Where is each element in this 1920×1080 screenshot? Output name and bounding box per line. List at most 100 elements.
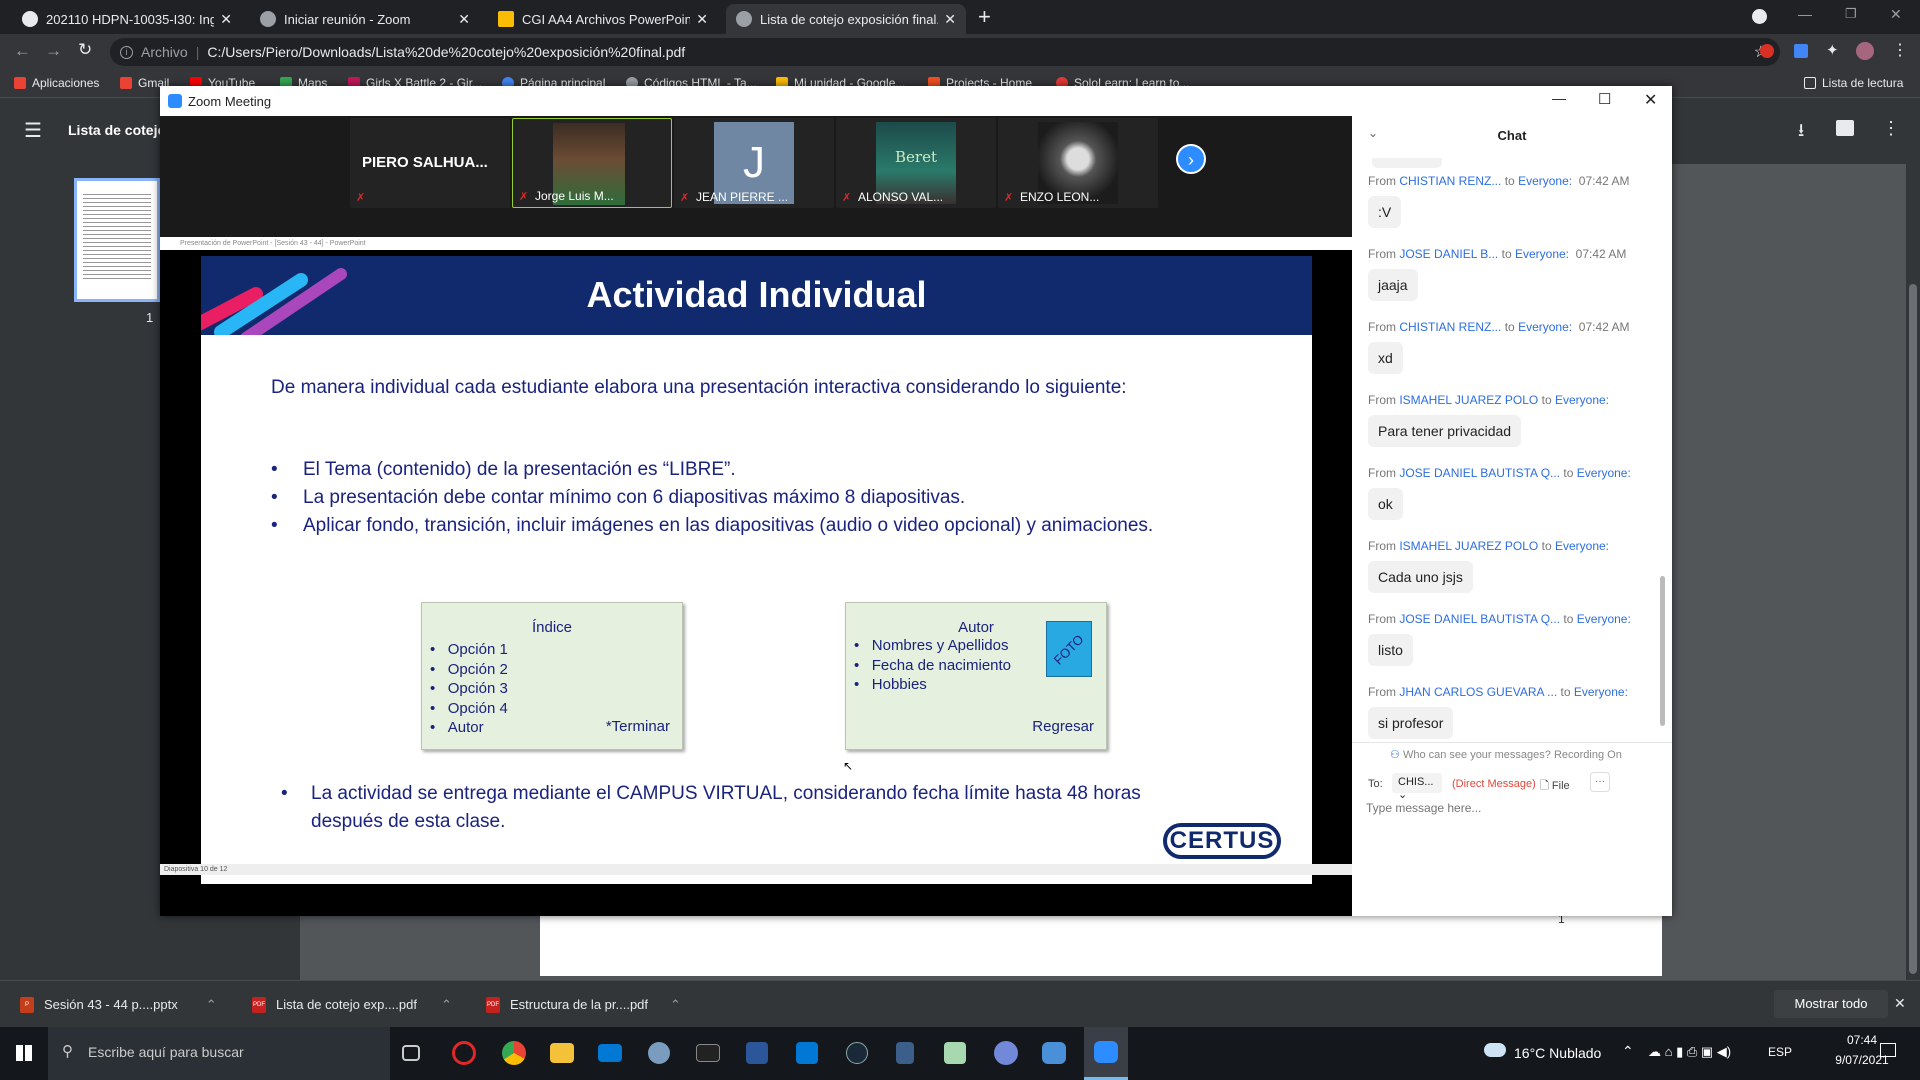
file-label: File [1551, 780, 1570, 792]
file-button[interactable]: 🗋 File [1540, 777, 1570, 796]
minimize-icon[interactable]: — [1798, 6, 1812, 22]
participant-tile[interactable]: Beret Soge ✗ ALONSO VAL... [836, 118, 996, 208]
puzzle-icon[interactable]: ✦ [1826, 41, 1839, 59]
message-text: Cada uno jsjs [1368, 561, 1473, 593]
tab-title: CGI AA4 Archivos PowerPoint - G [522, 11, 691, 27]
close-icon[interactable]: ✕ [1894, 995, 1906, 1012]
maximize-icon[interactable]: ☐ [1598, 90, 1611, 108]
weather-text[interactable]: 16°C Nublado [1514, 1045, 1601, 1061]
profile-icon[interactable] [1752, 9, 1767, 24]
vscode-icon[interactable] [796, 1042, 818, 1064]
steam-icon[interactable] [846, 1042, 868, 1064]
browser-tab[interactable]: 202110 HDPN-10035-I30: Ingres ✕ [12, 4, 242, 34]
author-item-label: Hobbies [871, 676, 927, 693]
close-tab-icon[interactable]: ✕ [944, 11, 956, 28]
menu-icon[interactable]: ☰ [24, 118, 42, 143]
discord-icon[interactable] [994, 1041, 1018, 1065]
app-icon[interactable] [648, 1042, 670, 1064]
page-thumbnail[interactable] [74, 178, 160, 302]
terminal-icon[interactable] [696, 1044, 720, 1062]
chevron-up-icon[interactable]: ⌃ [670, 997, 681, 1013]
zoom-taskbar-button[interactable] [1084, 1027, 1128, 1080]
recipient-dropdown[interactable]: CHIS... ⌄ [1392, 773, 1442, 801]
chevron-up-icon[interactable]: ⌃ [441, 997, 452, 1013]
windows-start-icon[interactable] [16, 1045, 32, 1061]
powerpoint-status-bar: Diapositiva 10 de 12 [160, 864, 1352, 875]
show-all-button[interactable]: Mostrar todo [1774, 990, 1888, 1018]
opera-icon[interactable] [452, 1041, 476, 1065]
bookmark-apps[interactable]: Aplicaciones [14, 76, 99, 90]
word-icon[interactable] [746, 1042, 768, 1064]
close-tab-icon[interactable]: ✕ [458, 11, 470, 28]
more-options-button[interactable]: ··· [1590, 772, 1610, 792]
translate-icon[interactable] [1794, 44, 1808, 58]
close-tab-icon[interactable]: ✕ [696, 11, 708, 28]
chat-scrollbar-thumb[interactable] [1660, 576, 1665, 726]
address-bar[interactable]: i Archivo | C:/Users/Piero/Downloads/Lis… [110, 38, 1780, 66]
drive-icon [498, 11, 514, 27]
minimize-icon[interactable]: — [1552, 90, 1566, 106]
close-window-icon[interactable]: ✕ [1644, 90, 1657, 110]
forward-arrow-icon[interactable]: → [45, 41, 62, 61]
file-explorer-icon[interactable] [550, 1043, 574, 1063]
reload-icon[interactable]: ↻ [78, 40, 92, 60]
participant-tile[interactable]: ✗ Jorge Luis M... [512, 118, 672, 208]
sender[interactable]: CHISTIAN RENZ... [1399, 174, 1501, 188]
chevron-up-icon[interactable]: ⌃ [206, 997, 217, 1013]
participant-tile[interactable]: J ✗ JEAN PIERRE ... [674, 118, 834, 208]
participant-tile[interactable]: PIERO SALHUA... ✗ [350, 118, 510, 208]
reading-list[interactable]: Lista de lectura [1804, 76, 1903, 90]
download-item[interactable]: PDF Estructura de la pr....pdf ⌃ [486, 981, 686, 1028]
browser-tab-bar: 202110 HDPN-10035-I30: Ingres ✕ Iniciar … [0, 0, 1920, 34]
sender[interactable]: ISMAHEL JUAREZ POLO [1399, 393, 1538, 407]
language-indicator[interactable]: ESP [1768, 1045, 1792, 1059]
scrollbar-thumb[interactable] [1909, 284, 1917, 974]
chat-message: From JOSE DANIEL BAUTISTA Q... to Everyo… [1368, 466, 1658, 520]
download-icon[interactable]: ⭳ [1798, 118, 1804, 148]
app-icon[interactable] [1042, 1042, 1066, 1064]
zoom-icon [1094, 1041, 1118, 1063]
close-tab-icon[interactable]: ✕ [220, 11, 232, 28]
participant-tile[interactable]: ✗ ENZO LEON... [998, 118, 1158, 208]
taskbar-search-box[interactable]: ⚲ Escribe aquí para buscar [48, 1027, 390, 1080]
canvas-icon [22, 11, 38, 27]
calculator-icon[interactable] [896, 1042, 914, 1064]
notes-icon[interactable] [944, 1042, 966, 1064]
browser-tab-active[interactable]: Lista de cotejo exposición final.p ✕ [726, 4, 966, 34]
sender[interactable]: CHISTIAN RENZ... [1399, 320, 1501, 334]
print-icon[interactable] [1836, 120, 1854, 136]
tray-icons[interactable]: ☁ ⌂ ▮ ⎙ ▣ ◀) [1648, 1044, 1731, 1060]
avatar[interactable] [1856, 42, 1874, 60]
sender[interactable]: JHAN CARLOS GUEVARA ... [1399, 685, 1557, 699]
visibility-notice[interactable]: ⚇ Who can see your messages? Recording O… [1390, 748, 1622, 761]
chat-panel: ⌄ Chat From CHISTIAN RENZ... to Everyone… [1352, 116, 1672, 916]
extension-icon[interactable] [1760, 44, 1774, 58]
chat-message-input[interactable] [1366, 796, 1656, 820]
restore-icon[interactable]: ❐ [1845, 6, 1857, 22]
scrollbar[interactable] [1906, 164, 1920, 980]
back-arrow-icon[interactable]: ← [14, 41, 31, 61]
close-window-icon[interactable]: ✕ [1890, 6, 1902, 23]
sender[interactable]: JOSE DANIEL B... [1399, 247, 1498, 261]
recipient: Everyone: [1518, 320, 1573, 334]
sender[interactable]: JOSE DANIEL BAUTISTA Q... [1399, 466, 1560, 480]
sender[interactable]: ISMAHEL JUAREZ POLO [1399, 539, 1538, 553]
chat-message: From ISMAHEL JUAREZ POLO to Everyone: Pa… [1368, 393, 1658, 447]
download-item[interactable]: P Sesión 43 - 44 p....pptx ⌃ [20, 981, 220, 1028]
next-participants-button[interactable]: › [1176, 144, 1206, 174]
bullet-text: La presentación debe contar mínimo con 6… [303, 487, 966, 508]
notifications-icon[interactable] [1880, 1043, 1896, 1057]
info-icon[interactable]: i [120, 45, 133, 59]
download-item[interactable]: PDF Lista de cotejo exp....pdf ⌃ [252, 981, 452, 1028]
browser-tab[interactable]: CGI AA4 Archivos PowerPoint - G ✕ [488, 4, 718, 34]
mail-icon[interactable] [598, 1044, 622, 1062]
menu-dots-icon[interactable]: ⋮ [1892, 40, 1908, 60]
task-view-icon[interactable] [402, 1045, 420, 1061]
new-tab-button[interactable]: + [978, 4, 991, 30]
sender[interactable]: JOSE DANIEL BAUTISTA Q... [1399, 612, 1560, 626]
chevron-up-icon[interactable]: ⌃ [1622, 1043, 1634, 1060]
chrome-icon[interactable] [502, 1041, 526, 1065]
chat-scrollbar[interactable] [1660, 156, 1665, 726]
browser-tab[interactable]: Iniciar reunión - Zoom ✕ [250, 4, 480, 34]
more-icon[interactable]: ⋮ [1882, 118, 1900, 139]
